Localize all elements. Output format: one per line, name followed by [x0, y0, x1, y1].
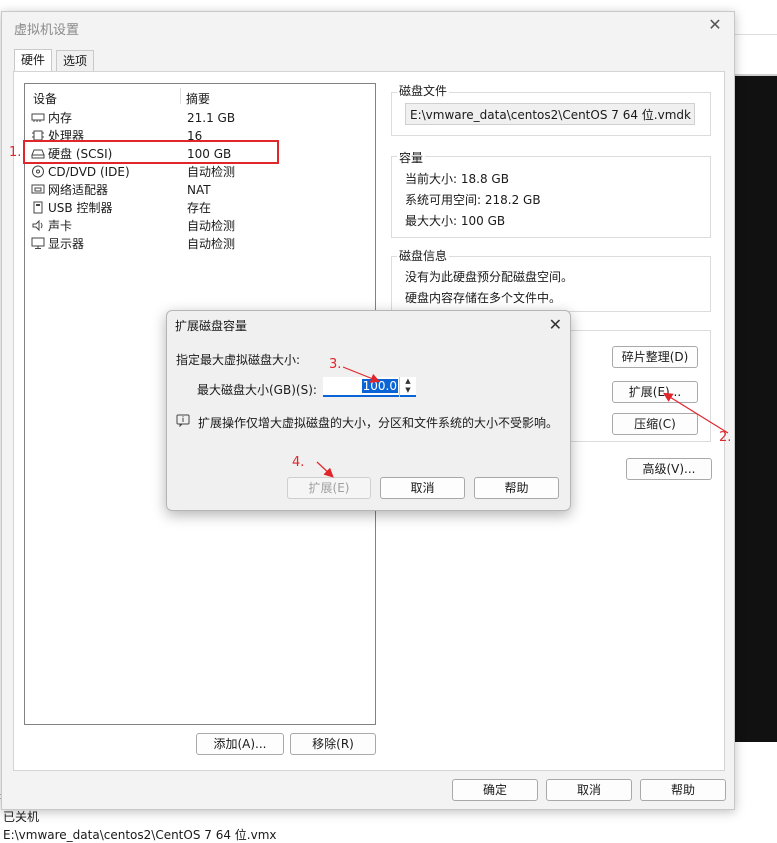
- max-size-value[interactable]: 100.0: [361, 379, 398, 393]
- max-size-label: 最大磁盘大小(GB)(S):: [197, 383, 317, 397]
- tab-hardware[interactable]: 硬件: [14, 49, 53, 72]
- dialog-help-button[interactable]: 帮助: [474, 477, 559, 499]
- disk-info-line1: 没有为此硬盘预分配磁盘空间。: [405, 270, 574, 284]
- expand-button[interactable]: 扩展(E)...: [612, 381, 698, 403]
- compact-button[interactable]: 压缩(C): [612, 413, 698, 435]
- background-console: [733, 76, 777, 742]
- device-row-display[interactable]: 显示器 自动检测: [31, 235, 371, 253]
- vm-state-text: 已关机: [3, 810, 40, 824]
- device-name: 显示器: [48, 237, 85, 251]
- disk-info-label: 磁盘信息: [397, 247, 450, 264]
- stepper-down-icon[interactable]: ▼: [400, 386, 416, 395]
- device-name: 声卡: [48, 219, 73, 233]
- device-name: 网络适配器: [48, 183, 109, 197]
- device-row-network[interactable]: 网络适配器 NAT: [31, 181, 371, 199]
- advanced-button[interactable]: 高级(V)...: [626, 458, 712, 480]
- capacity-label: 容量: [397, 149, 426, 166]
- device-summary: 自动检测: [187, 165, 236, 179]
- disk-info-line2: 硬盘内容存储在多个文件中。: [405, 291, 562, 305]
- info-icon: [176, 414, 190, 427]
- defragment-button[interactable]: 碎片整理(D): [612, 346, 698, 368]
- cd-dvd-icon: [32, 165, 44, 178]
- header-separator: [180, 88, 181, 104]
- annotation-step-1: 1.: [9, 145, 22, 160]
- monitor-icon: [31, 237, 45, 249]
- device-row-cd-dvd[interactable]: CD/DVD (IDE) 自动检测: [31, 163, 371, 181]
- annotation-step-3: 3.: [329, 357, 342, 372]
- dialog-cancel-button[interactable]: 取消: [380, 477, 465, 499]
- usb-icon: [33, 201, 43, 214]
- vm-path-text: E:\vmware_data\centos2\CentOS 7 64 位.vmx: [3, 828, 277, 842]
- add-device-button[interactable]: 添加(A)...: [196, 733, 284, 755]
- disk-file-label: 磁盘文件: [397, 82, 450, 99]
- device-summary: 自动检测: [187, 219, 236, 233]
- remove-device-button[interactable]: 移除(R): [290, 733, 376, 755]
- available-space-text: 系统可用空间: 218.2 GB: [405, 193, 541, 207]
- dialog-expand-button[interactable]: 扩展(E): [287, 477, 371, 499]
- max-size-text: 最大大小: 100 GB: [405, 214, 506, 228]
- annotation-step-4: 4.: [292, 455, 305, 470]
- device-summary: 存在: [187, 201, 212, 215]
- dialog-prompt: 指定最大虚拟磁盘大小:: [176, 353, 301, 367]
- stepper-arrows[interactable]: ▲ ▼: [399, 377, 416, 397]
- annotation-highlight-box: [23, 140, 279, 164]
- max-size-stepper[interactable]: 100.0 ▲ ▼: [323, 377, 416, 397]
- disk-file-field[interactable]: E:\vmware_data\centos2\CentOS 7 64 位.vmd…: [405, 103, 695, 125]
- device-summary: 21.1 GB: [187, 111, 236, 125]
- dialog-title: 扩展磁盘容量: [175, 319, 248, 333]
- memory-icon: [31, 113, 45, 122]
- device-row-memory[interactable]: 内存 21.1 GB: [31, 109, 371, 127]
- dialog-close-icon[interactable]: ✕: [549, 315, 562, 334]
- help-button[interactable]: 帮助: [640, 779, 726, 801]
- cancel-button[interactable]: 取消: [546, 779, 632, 801]
- device-row-sound[interactable]: 声卡 自动检测: [31, 217, 371, 235]
- speaker-icon: [32, 219, 43, 232]
- network-adapter-icon: [31, 184, 45, 194]
- close-icon[interactable]: ✕: [706, 16, 724, 34]
- tab-options[interactable]: 选项: [56, 50, 95, 71]
- device-summary: NAT: [187, 183, 211, 197]
- column-header-summary[interactable]: 摘要: [186, 90, 210, 107]
- device-name: CD/DVD (IDE): [48, 165, 130, 179]
- current-size-text: 当前大小: 18.8 GB: [405, 172, 509, 186]
- device-summary: 自动检测: [187, 237, 236, 251]
- annotation-step-2: 2.: [719, 430, 732, 445]
- dialog-info-text: 扩展操作仅增大虚拟磁盘的大小，分区和文件系统的大小不受影响。: [198, 416, 559, 430]
- device-row-usb[interactable]: USB 控制器 存在: [31, 199, 371, 217]
- device-name: USB 控制器: [48, 201, 113, 215]
- device-name: 内存: [48, 111, 73, 125]
- window-title: 虚拟机设置: [14, 23, 80, 38]
- ok-button[interactable]: 确定: [452, 779, 538, 801]
- stepper-up-icon[interactable]: ▲: [400, 377, 416, 386]
- column-header-device[interactable]: 设备: [33, 90, 57, 107]
- background-divider: [733, 34, 777, 35]
